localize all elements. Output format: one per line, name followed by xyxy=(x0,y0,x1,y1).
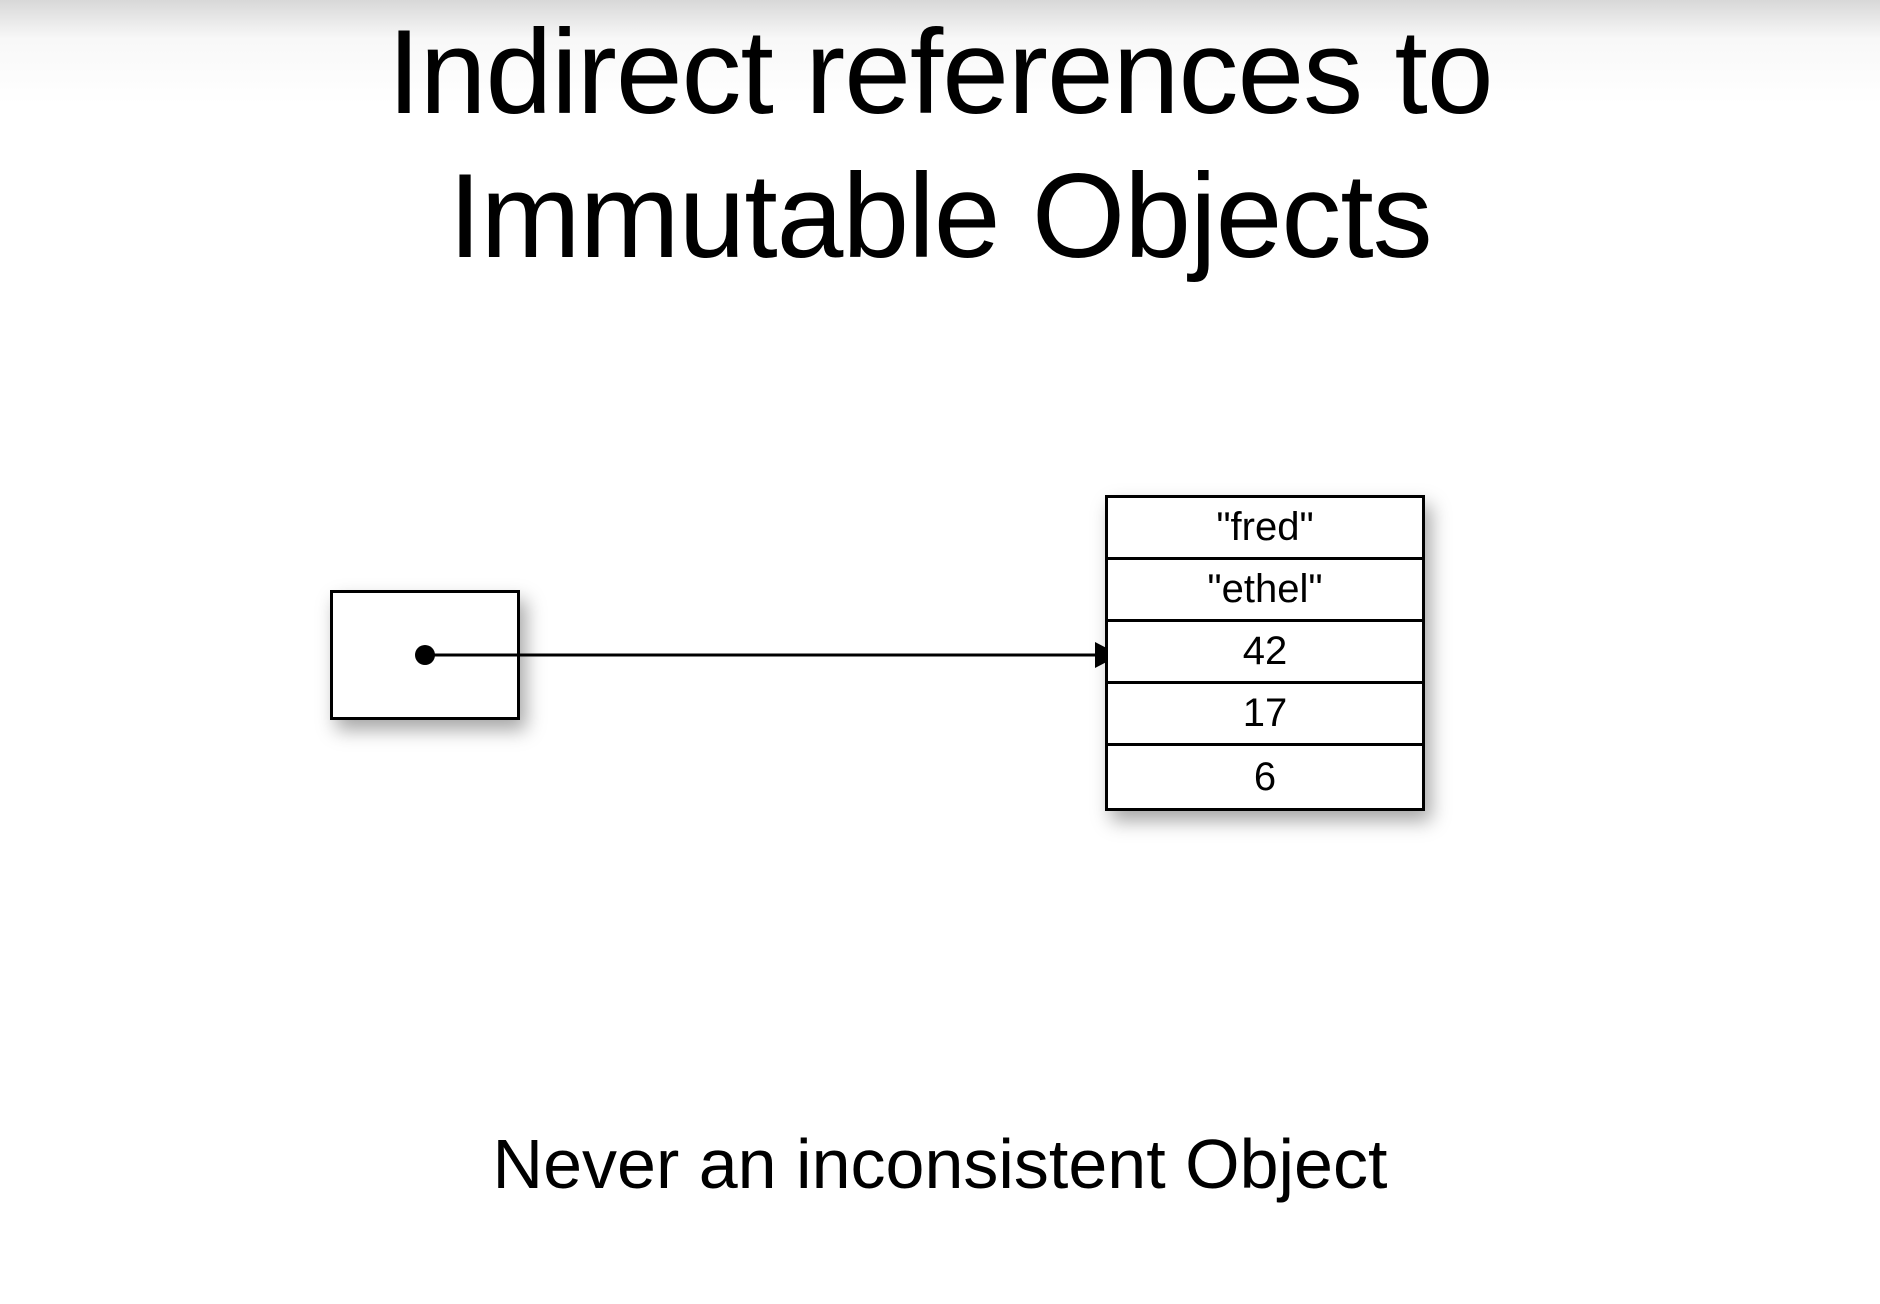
diagram: "fred" "ethel" 42 17 6 xyxy=(0,470,1880,920)
title-line-2: Immutable Objects xyxy=(0,144,1880,288)
footer-caption: Never an inconsistent Object xyxy=(0,1124,1880,1204)
title-line-1: Indirect references to xyxy=(0,0,1880,144)
object-row: 17 xyxy=(1108,684,1422,746)
arrow-icon xyxy=(420,630,1140,690)
immutable-object-table: "fred" "ethel" 42 17 6 xyxy=(1105,495,1425,811)
object-row: 42 xyxy=(1108,622,1422,684)
object-row: "fred" xyxy=(1108,498,1422,560)
slide-title: Indirect references to Immutable Objects xyxy=(0,0,1880,288)
object-row: 6 xyxy=(1108,746,1422,808)
object-row: "ethel" xyxy=(1108,560,1422,622)
